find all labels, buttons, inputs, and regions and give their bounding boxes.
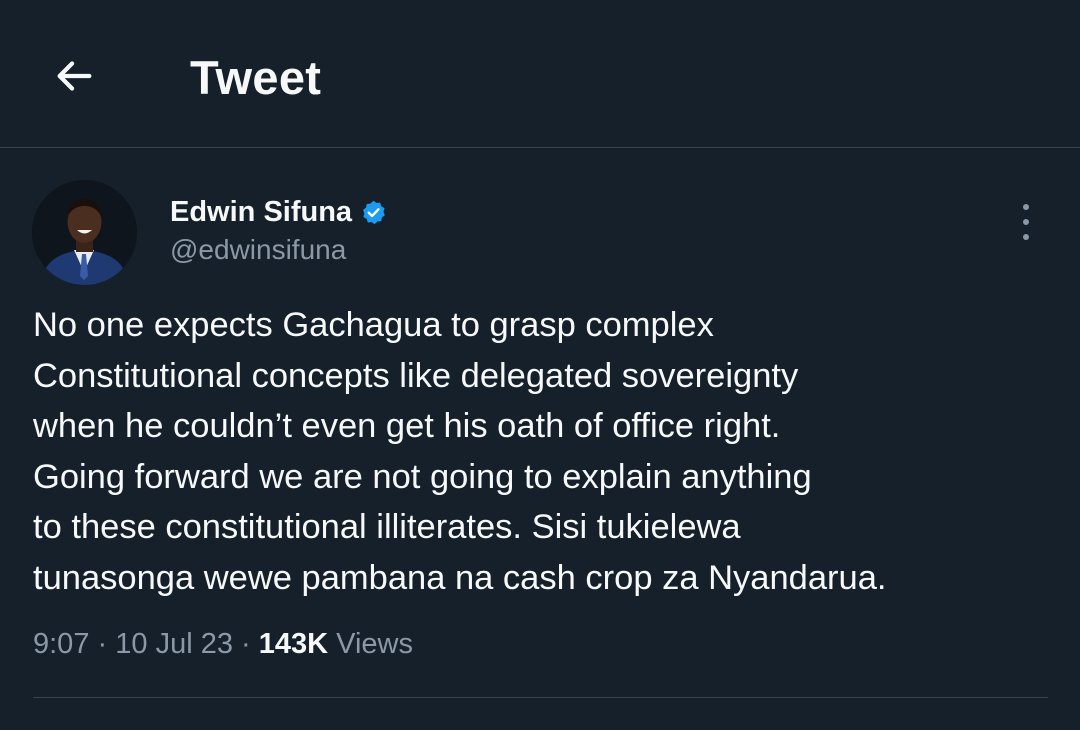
tweet-text-line: No one expects Gachagua to grasp complex	[33, 306, 714, 344]
tweet-text-line: Going forward we are not going to explai…	[33, 457, 812, 496]
tweet-text-line: Constitutional concepts like delegated s…	[33, 356, 799, 395]
avatar[interactable]	[32, 180, 137, 285]
more-vertical-icon	[1023, 204, 1029, 210]
tweet-date[interactable]: 10 Jul 23	[115, 628, 233, 660]
author-row: Edwin Sifuna	[170, 192, 387, 232]
meta-separator: ·	[97, 628, 108, 660]
page-title: Tweet	[190, 51, 322, 104]
tweet-meta: 9:07 · 10 Jul 23 · 143K Views	[33, 624, 413, 664]
back-button[interactable]	[44, 46, 104, 106]
more-options-button[interactable]	[1010, 204, 1042, 240]
tweet-time[interactable]: 9:07	[33, 628, 89, 660]
divider	[33, 697, 1048, 698]
tweet-text-line: when he couldn’t even get his oath of of…	[33, 407, 781, 445]
tweet-text-line: tunasonga wewe pambana na cash crop za N…	[33, 558, 887, 597]
more-vertical-icon-dot	[1023, 234, 1029, 240]
more-vertical-icon-dot	[1023, 219, 1029, 225]
views-count[interactable]: 143K	[259, 628, 328, 660]
meta-separator: ·	[241, 628, 251, 660]
verified-badge-icon	[363, 200, 385, 224]
avatar-image	[32, 180, 137, 285]
views-label: Views	[336, 628, 413, 660]
arrow-left-icon	[57, 61, 92, 91]
tweet-text: No one expects Gachagua to grasp complex…	[33, 300, 1053, 603]
author-name[interactable]: Edwin Sifuna	[170, 196, 352, 229]
author-handle[interactable]: @edwinsifuna	[170, 232, 346, 268]
tweet-text-line: to these constitutional illiterates. Sis…	[33, 508, 741, 546]
top-bar: Tweet	[0, 0, 1080, 148]
